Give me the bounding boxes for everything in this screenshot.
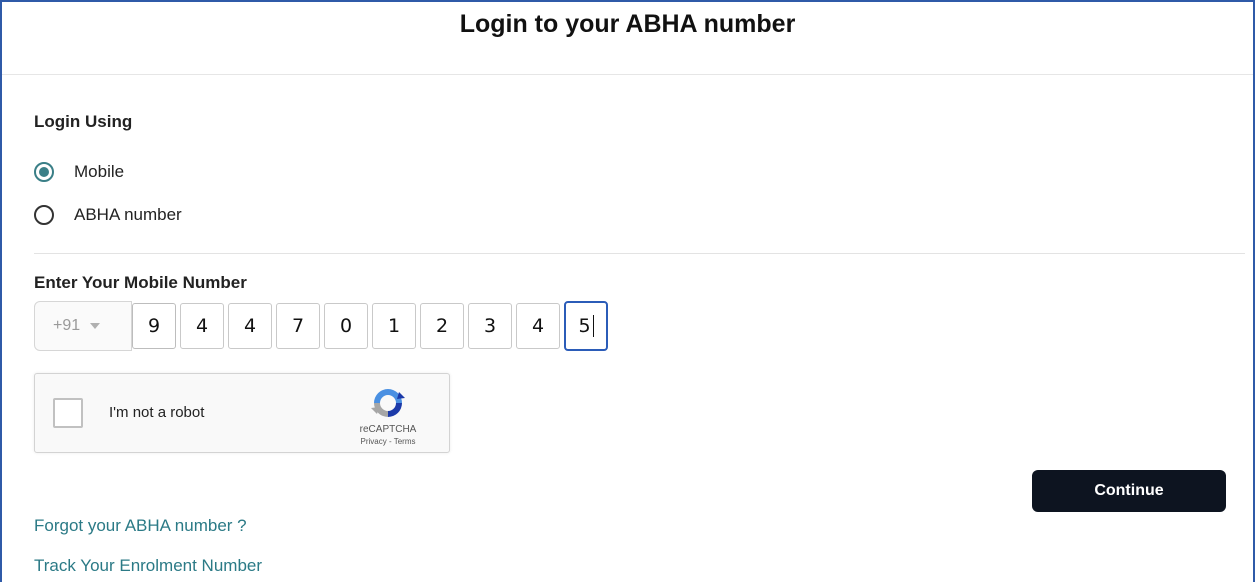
text-caret [592,315,594,337]
continue-button[interactable]: Continue [1032,470,1226,512]
country-code-select[interactable]: +91 [34,301,132,351]
section-divider [34,253,1245,254]
mobile-digit-5[interactable]: 0 [324,303,368,349]
recaptcha-brand: reCAPTCHA [359,424,417,435]
mobile-digit-4[interactable]: 7 [276,303,320,349]
recaptcha-privacy-terms-link[interactable]: Privacy - Terms [353,437,423,446]
mobile-number-input-group: +91 9 4 4 7 0 1 2 3 4 5 [34,300,608,352]
radio-option-mobile[interactable]: Mobile [34,160,124,184]
mobile-digit-9[interactable]: 4 [516,303,560,349]
chevron-down-icon [90,323,101,329]
radio-option-abha-number[interactable]: ABHA number [34,203,182,227]
recaptcha-logo-icon [371,389,405,417]
page-title: Login to your ABHA number [459,10,796,38]
track-enrolment-number-link[interactable]: Track Your Enrolment Number [34,556,262,576]
digit-value: 4 [531,315,545,337]
recaptcha-label: I'm not a robot [109,404,205,421]
radio-dot [39,167,49,177]
forgot-abha-number-link[interactable]: Forgot your ABHA number ? [34,516,247,536]
country-code-value: +91 [53,317,81,334]
radio-button-abha-number[interactable] [34,205,54,225]
digit-value: 4 [195,315,209,337]
digit-value: 0 [339,315,353,337]
mobile-digit-8[interactable]: 3 [468,303,512,349]
mobile-number-label: Enter Your Mobile Number [34,273,247,292]
digit-value: 4 [243,315,257,337]
mobile-digit-3[interactable]: 4 [228,303,272,349]
login-card: Login to your ABHA number Login Using Mo… [0,0,1255,582]
radio-label-mobile: Mobile [74,162,125,181]
card-header: Login to your ABHA number [2,2,1253,75]
digit-value: 2 [435,315,449,337]
mobile-digit-2[interactable]: 4 [180,303,224,349]
recaptcha-checkbox[interactable] [53,398,83,428]
mobile-digit-7[interactable]: 2 [420,303,464,349]
digit-value: 1 [387,315,401,337]
recaptcha-widget: I'm not a robot reCAPTCHA Privacy - Term… [34,373,450,453]
digit-value: 3 [483,315,497,337]
mobile-digit-6[interactable]: 1 [372,303,416,349]
login-using-label: Login Using [34,112,133,131]
mobile-digit-10[interactable]: 5 [564,301,608,351]
radio-button-mobile[interactable] [34,162,54,182]
digit-value: 7 [291,315,305,337]
radio-label-abha-number: ABHA number [74,205,182,224]
mobile-digit-1[interactable]: 9 [132,303,176,349]
digit-value: 9 [147,315,161,337]
digit-value: 5 [578,315,591,337]
